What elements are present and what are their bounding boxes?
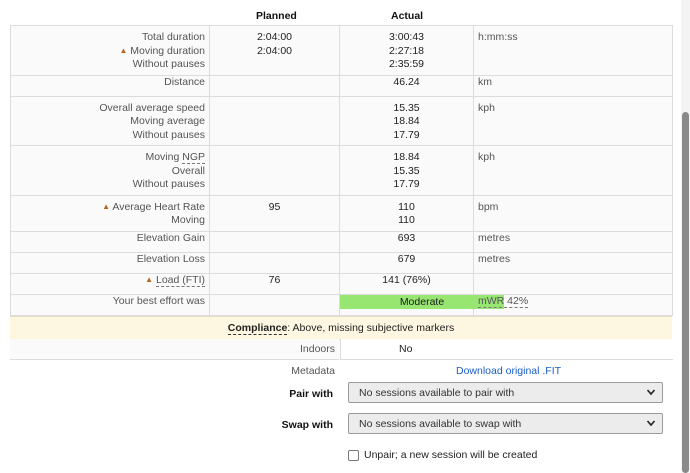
compliance-text: : Above, missing subjective markers — [287, 322, 455, 334]
header-planned: Planned — [256, 10, 297, 22]
caret-up-icon: ▲ — [102, 201, 111, 211]
label-elevation-loss: Elevation Loss — [10, 251, 210, 274]
label-overall-average-speed: Overall average speed — [99, 101, 205, 114]
label-indoors: Indoors — [299, 343, 335, 355]
actual-ngp-overall: 15.35 — [393, 164, 420, 177]
unit-distance: km — [473, 74, 673, 97]
ngp-abbr: NGP — [182, 151, 205, 164]
actual-moving-ngp: 18.84 — [393, 151, 420, 163]
download-fit-link[interactable]: Download original .FIT — [456, 365, 561, 377]
label-moving-prefix: Moving — [145, 151, 183, 163]
table-row-load: ▲ Load (FTI) 76 141 (76%) — [10, 272, 673, 295]
table-row-effort: Your best effort was Moderate mWR 42% — [10, 293, 673, 316]
label-best-effort: Your best effort was — [10, 293, 210, 316]
table-row-duration: Total duration ▲ Moving duration Without… — [10, 25, 673, 76]
scrollbar[interactable] — [681, 0, 690, 473]
planned-moving-duration: 2:04:00 — [256, 44, 293, 57]
table-row-elevation-gain: Elevation Gain 693 metres — [10, 230, 673, 253]
heart-rate-toggle[interactable]: ▲ Average Heart Rate — [11, 201, 205, 215]
load-toggle[interactable]: ▲ Load (FTI) — [10, 272, 210, 295]
actual-load: 141 (76%) — [339, 272, 474, 295]
table-row-ngp: Moving NGP Overall Without pauses 18.84 … — [10, 145, 673, 196]
actual-elevation-loss: 679 — [339, 251, 474, 274]
label-without-pauses: Without pauses — [132, 128, 205, 141]
actual-average-heart-rate: 110 — [398, 200, 415, 213]
planned-total-duration: 2:04:00 — [256, 31, 293, 43]
label-moving: Moving — [171, 214, 205, 226]
caret-up-icon: ▲ — [119, 45, 128, 55]
session-comparison-table: Total duration ▲ Moving duration Without… — [10, 25, 673, 316]
indoors-value: No — [399, 343, 413, 355]
caret-up-icon: ▲ — [145, 274, 154, 284]
actual-ngp-without-pauses: 17.79 — [393, 178, 420, 190]
actual-total-duration: 3:00:43 — [388, 31, 425, 43]
label-metadata: Metadata — [291, 365, 335, 377]
planned-heart-rate: 95 — [209, 194, 340, 232]
actual-moving-duration: 2:27:18 — [388, 44, 425, 57]
unit-elevation-gain: metres — [473, 230, 673, 253]
actual-without-pauses: 2:35:59 — [388, 58, 425, 70]
mwr-value: mWR 42% — [478, 294, 529, 308]
table-row-distance: Distance 46.24 km — [10, 74, 673, 97]
label-load: Load (FTI) — [155, 273, 205, 287]
swap-with-selected: No sessions available to swap with — [359, 418, 522, 430]
label-distance: Distance — [10, 74, 210, 97]
unit-elevation-loss: metres — [473, 251, 673, 274]
label-swap-with: Swap with — [281, 419, 333, 431]
pair-with-select[interactable]: No sessions available to pair with — [348, 382, 663, 403]
actual-moving-heart-rate: 110 — [398, 214, 415, 226]
compliance-label: Compliance — [227, 322, 288, 335]
label-moving-duration: Moving duration — [130, 44, 205, 57]
table-row-heart-rate: ▲ Average Heart Rate Moving 95 110 110 b… — [10, 194, 673, 232]
label-total-duration: Total duration — [141, 31, 205, 43]
unpair-label[interactable]: Unpair; a new session will be created — [364, 449, 537, 461]
scrollbar-thumb[interactable] — [682, 112, 689, 473]
label-moving-average: Moving average — [130, 115, 205, 127]
header-actual: Actual — [391, 10, 424, 22]
label-average-heart-rate: Average Heart Rate — [112, 200, 205, 213]
planned-load: 76 — [209, 272, 340, 295]
chevron-down-icon — [646, 420, 656, 427]
unit-duration: h:mm:ss — [473, 25, 673, 76]
actual-overall-speed: 15.35 — [393, 101, 420, 114]
indoors-row: Indoors No — [10, 339, 673, 360]
label-elevation-gain: Elevation Gain — [10, 230, 210, 253]
swap-with-select[interactable]: No sessions available to swap with — [348, 413, 663, 434]
label-without-pauses: Without pauses — [132, 58, 205, 70]
chevron-down-icon — [646, 389, 656, 396]
actual-moving-average: 18.84 — [393, 115, 420, 127]
label-moving-ngp: Moving NGP — [11, 151, 205, 165]
unit-heart-rate: bpm — [473, 194, 673, 232]
label-without-pauses: Without pauses — [132, 178, 205, 190]
actual-elevation-gain: 693 — [339, 230, 474, 253]
moving-duration-toggle[interactable]: ▲ Moving duration — [11, 45, 205, 59]
actual-speed-without-pauses: 17.79 — [393, 128, 420, 141]
unit-ngp: kph — [473, 145, 673, 196]
unit-speed: kph — [473, 95, 673, 146]
table-row-speed: Overall average speed Moving average Wit… — [10, 95, 673, 146]
pair-with-selected: No sessions available to pair with — [359, 387, 515, 399]
unpair-checkbox[interactable] — [348, 450, 359, 461]
table-row-elevation-loss: Elevation Loss 679 metres — [10, 251, 673, 274]
label-overall: Overall — [171, 164, 205, 177]
compliance-banner: Compliance: Above, missing subjective ma… — [10, 316, 672, 340]
actual-distance: 46.24 — [339, 74, 474, 97]
label-pair-with: Pair with — [289, 388, 333, 400]
